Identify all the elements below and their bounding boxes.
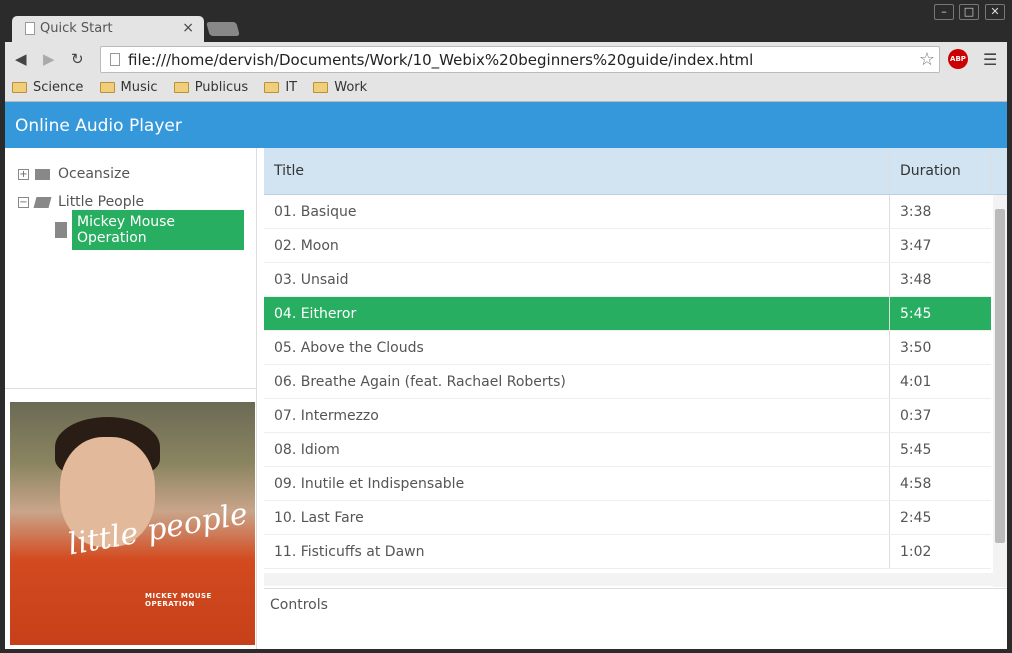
table-row[interactable]: 01. Basique 3:38 xyxy=(264,195,991,229)
cover-subtitle: MICKEY MOUSE OPERATION xyxy=(145,592,212,608)
track-title: 09. Inutile et Indispensable xyxy=(264,467,890,500)
table-row[interactable]: 06. Breathe Again (feat. Rachael Roberts… xyxy=(264,365,991,399)
album-tree: + Oceansize − Little People Mickey Mouse O… xyxy=(5,148,256,389)
track-title: 03. Unsaid xyxy=(264,263,890,296)
track-title: 07. Intermezzo xyxy=(264,399,890,432)
track-duration: 3:38 xyxy=(900,204,932,220)
reload-icon[interactable]: ↻ xyxy=(71,50,84,68)
track-duration: 5:45 xyxy=(900,442,932,458)
bookmark-science[interactable]: Science xyxy=(12,80,83,95)
album-cover-image: little people MICKEY MOUSE OPERATION xyxy=(10,402,255,645)
table-row[interactable]: 08. Idiom 5:45 xyxy=(264,433,991,467)
folder-icon xyxy=(313,82,329,93)
new-tab-button[interactable] xyxy=(206,22,240,36)
bookmark-label: Work xyxy=(334,80,368,95)
menu-icon[interactable]: ☰ xyxy=(983,50,997,69)
bookmark-publicus[interactable]: Publicus xyxy=(173,80,249,95)
track-duration: 3:47 xyxy=(900,238,932,254)
table-row[interactable]: 02. Moon 3:47 xyxy=(264,229,991,263)
controls-panel: Controls xyxy=(264,588,1007,649)
table-row[interactable]: 05. Above the Clouds 3:50 xyxy=(264,331,991,365)
page-icon xyxy=(110,53,120,66)
page-icon xyxy=(25,22,35,35)
table-row[interactable]: 10. Last Fare 2:45 xyxy=(264,501,991,535)
url-text: file:///home/dervish/Documents/Work/10_W… xyxy=(128,51,754,69)
address-bar[interactable]: file:///home/dervish/Documents/Work/10_W… xyxy=(100,46,940,73)
track-title: 01. Basique xyxy=(264,195,890,228)
maximize-button[interactable]: □ xyxy=(959,4,979,20)
bookmark-work[interactable]: Work xyxy=(313,80,367,95)
track-duration: 0:37 xyxy=(900,408,932,424)
app-header: Online Audio Player xyxy=(5,102,1007,148)
bookmark-label: IT xyxy=(285,80,298,95)
table-row[interactable]: 03. Unsaid 3:48 xyxy=(264,263,991,297)
bookmark-it[interactable]: IT xyxy=(264,80,297,95)
forward-icon[interactable]: ▶ xyxy=(43,50,55,68)
track-duration: 4:58 xyxy=(900,476,932,492)
bookmark-label: Publicus xyxy=(194,80,249,95)
tracks-table: Title Duration 01. Basique 3:38 02. Moon 3:4… xyxy=(264,148,1007,588)
tree-node-oceansize[interactable]: + Oceansize xyxy=(5,160,256,188)
bookmark-label: Music xyxy=(120,80,158,95)
browser-toolbar: ◀ ▶ ↻ file:///home/dervish/Documents/Wor… xyxy=(5,42,1007,76)
close-tab-icon[interactable]: × xyxy=(182,20,194,36)
folder-icon xyxy=(264,82,280,93)
node-label: Mickey Mouse Operation xyxy=(72,210,244,250)
track-title: 04. Eitheror xyxy=(264,297,890,330)
minimize-button[interactable]: – xyxy=(934,4,954,20)
back-icon[interactable]: ◀ xyxy=(15,50,27,68)
column-header-title[interactable]: Title xyxy=(264,148,890,194)
track-title: 10. Last Fare xyxy=(264,501,890,534)
browser-tab[interactable]: Quick Start × xyxy=(12,16,204,42)
left-panel: + Oceansize − Little People Mickey Mouse O… xyxy=(5,148,257,649)
node-label: Little People xyxy=(58,194,145,210)
track-duration: 2:45 xyxy=(900,510,932,526)
node-label: Oceansize xyxy=(58,166,130,182)
table-row[interactable]: 11. Fisticuffs at Dawn 1:02 xyxy=(264,535,991,569)
scroll-thumb[interactable] xyxy=(995,209,1005,543)
folder-icon xyxy=(12,82,27,93)
folder-closed-icon xyxy=(35,168,50,180)
table-row[interactable]: 07. Intermezzo 0:37 xyxy=(264,399,991,433)
bookmarks-bar: Science Music Publicus IT Work xyxy=(5,76,1007,102)
adblock-icon[interactable]: ABP xyxy=(948,49,968,69)
track-duration: 1:02 xyxy=(900,544,932,560)
tab-title: Quick Start xyxy=(40,21,113,36)
bookmark-music[interactable]: Music xyxy=(99,80,158,95)
window-titlebar: Quick Start × – □ ✕ xyxy=(0,0,1012,42)
track-title: 11. Fisticuffs at Dawn xyxy=(264,535,890,568)
folder-icon xyxy=(99,82,115,93)
track-duration: 4:01 xyxy=(900,374,932,390)
bookmark-label: Science xyxy=(33,80,84,95)
vertical-scrollbar[interactable] xyxy=(993,195,1007,587)
close-window-button[interactable]: ✕ xyxy=(985,4,1005,20)
file-icon xyxy=(55,222,67,238)
tree-node-mickey-mouse-operation[interactable]: Mickey Mouse Operation xyxy=(5,210,256,250)
track-duration: 5:45 xyxy=(900,306,932,322)
track-title: 06. Breathe Again (feat. Rachael Roberts… xyxy=(264,365,890,398)
collapse-icon[interactable]: − xyxy=(18,196,29,208)
folder-open-icon xyxy=(33,196,52,208)
track-duration: 3:48 xyxy=(900,272,932,288)
audio-player-app: Online Audio Player + Oceansize − Little P… xyxy=(5,102,1007,649)
column-header-duration[interactable]: Duration xyxy=(890,148,991,194)
table-row[interactable]: 04. Eitheror 5:45 xyxy=(264,297,991,331)
folder-icon xyxy=(173,82,189,93)
table-row[interactable]: 09. Inutile et Indispensable 4:58 xyxy=(264,467,991,501)
horizontal-scrollbar[interactable] xyxy=(264,573,993,586)
bookmark-star-icon[interactable]: ☆ xyxy=(919,49,935,70)
track-title: 02. Moon xyxy=(264,229,890,262)
expand-icon[interactable]: + xyxy=(18,168,29,180)
track-title: 08. Idiom xyxy=(264,433,890,466)
track-title: 05. Above the Clouds xyxy=(264,331,890,364)
track-duration: 3:50 xyxy=(900,340,932,356)
table-header: Title Duration xyxy=(264,148,1007,195)
